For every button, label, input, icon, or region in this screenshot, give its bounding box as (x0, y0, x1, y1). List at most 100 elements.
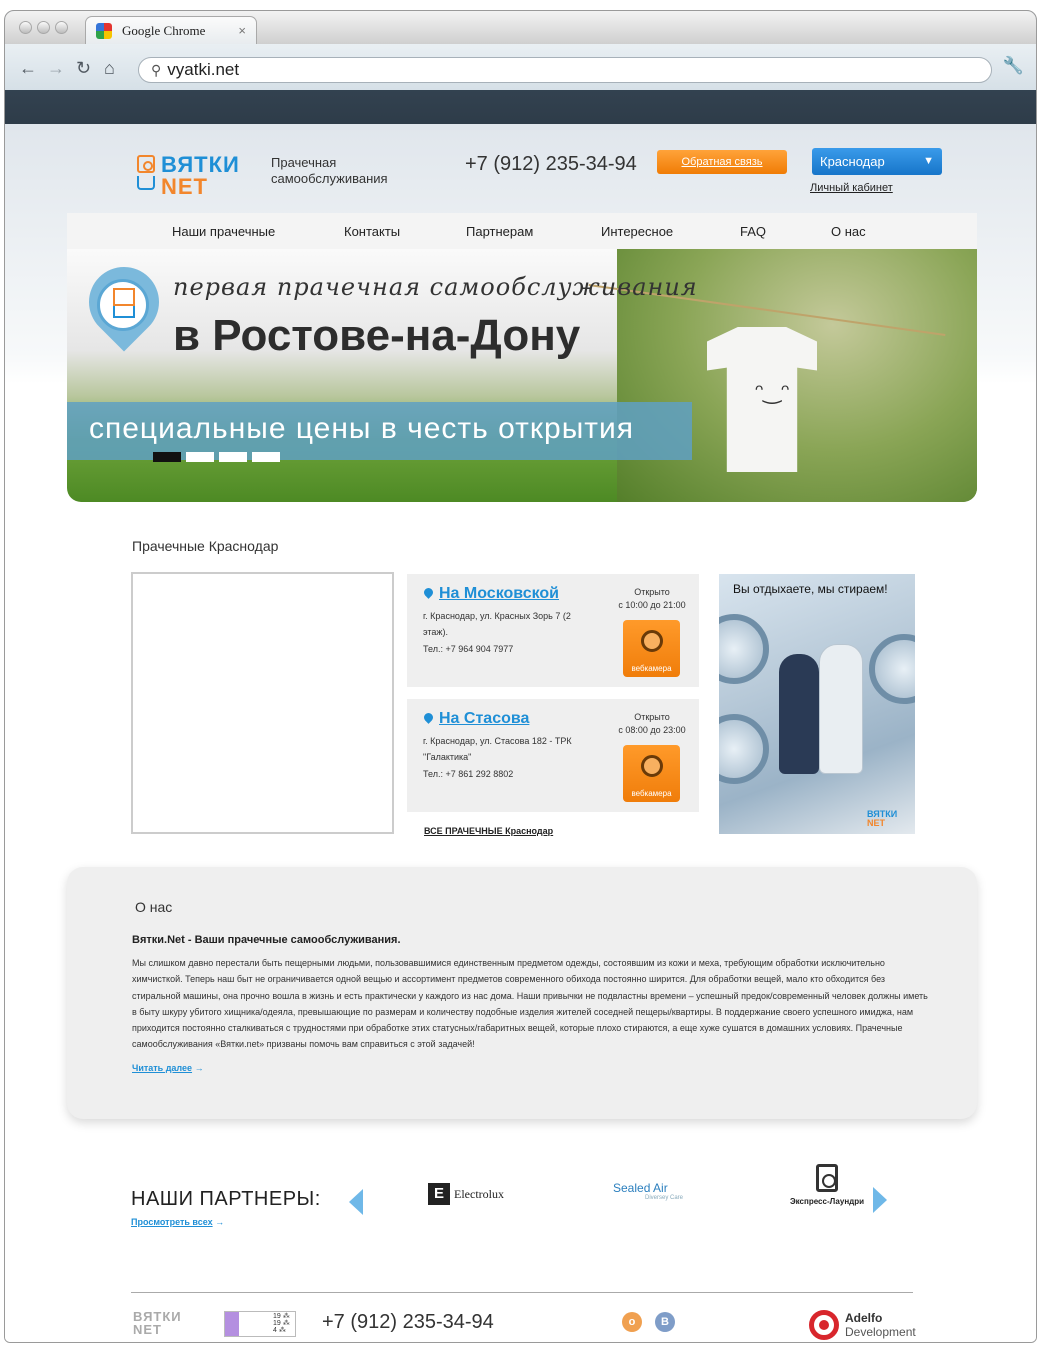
open-label: Открыто (634, 712, 670, 722)
browser-tab[interactable]: Google Chrome × (85, 16, 257, 44)
washer-illustration (719, 614, 769, 684)
visitor-counter[interactable]: 19 ⁂ 19 ⁂ 4 ⁂ (224, 1311, 296, 1337)
basket-logo-icon (137, 176, 155, 190)
menu-item-contacts[interactable]: Контакты (344, 224, 400, 239)
chevron-down-icon: ▼ (923, 155, 934, 167)
callback-button[interactable]: Обратная связь (657, 150, 787, 174)
washing-machine-icon (816, 1164, 838, 1192)
footer-logo[interactable]: ВЯТКИ NET (133, 1310, 182, 1336)
title-bar: Google Chrome × (5, 11, 1036, 44)
laundry-phone: Тел.: +7 861 292 8802 (423, 769, 514, 779)
slider-dot-3[interactable] (219, 452, 247, 462)
washer-logo-icon (137, 155, 155, 173)
about-section: О нас Вятки.Net - Ваши прачечные самообс… (67, 867, 977, 1119)
banner-subtitle: первая прачечная самообслуживания (173, 273, 698, 301)
site-logo[interactable]: ВЯТКИ NET (137, 152, 247, 199)
adelfo-logo-icon (809, 1310, 839, 1340)
close-window-button[interactable] (19, 21, 32, 34)
header-phone: +7 (912) 235-34-94 (465, 153, 637, 175)
logo-text-bottom: NET (161, 174, 208, 199)
home-icon[interactable]: ⌂ (104, 58, 115, 79)
tab-close-icon[interactable]: × (238, 23, 246, 38)
hours-text: с 10:00 до 21:00 (618, 600, 686, 610)
back-arrow-icon[interactable]: ← (19, 58, 37, 79)
laundry-hours: Открыто с 08:00 до 23:00 (611, 711, 693, 737)
laundry-address: г. Краснодар, ул. Красных Зорь 7 (2 этаж… (423, 611, 571, 637)
developer-line2: Development (845, 1325, 916, 1339)
slider-dot-2[interactable] (186, 452, 214, 462)
slider-dot-1[interactable] (153, 452, 181, 462)
menu-item-laundries[interactable]: Наши прачечные (172, 224, 275, 239)
arrow-right-icon: → (215, 1217, 225, 1227)
laundry-phone: Тел.: +7 964 904 7977 (423, 644, 514, 654)
footer-phone: +7 (912) 235-34-94 (322, 1311, 494, 1333)
menu-item-interesting[interactable]: Интересное (601, 224, 673, 239)
open-label: Открыто (634, 587, 670, 597)
address-bar[interactable]: ⚲ vyatki.net (138, 57, 992, 83)
site-tagline: Прачечная самообслуживания (271, 155, 388, 186)
personal-cabinet-link[interactable]: Личный кабинет (810, 182, 893, 194)
hero-banner[interactable]: ᵔ‿ᵔ первая прачечная самообслуживания в … (67, 249, 977, 502)
carousel-next-arrow-icon[interactable] (873, 1187, 887, 1213)
all-laundries-link[interactable]: ВСЕ ПРАЧЕЧНЫЕ Краснодар (424, 826, 553, 836)
menu-item-about[interactable]: О нас (831, 224, 866, 239)
menu-item-faq[interactable]: FAQ (740, 224, 766, 239)
developer-credit[interactable]: Adelfo Development (809, 1310, 916, 1340)
laundry-card: На Московской г. Краснодар, ул. Красных … (407, 574, 699, 687)
view-all-label: Просмотреть всех (131, 1217, 213, 1227)
partner-electrolux[interactable]: E Electrolux (428, 1183, 504, 1205)
tab-title: Google Chrome (122, 22, 206, 38)
city-select[interactable]: Краснодар ▼ (812, 148, 942, 175)
map-pin-icon (422, 711, 435, 724)
url-text[interactable]: vyatki.net (167, 60, 239, 80)
about-title: О нас (135, 899, 173, 915)
about-subtitle: Вятки.Net - Ваши прачечные самообслужива… (132, 934, 401, 946)
vkontakte-icon[interactable]: В (655, 1312, 675, 1332)
banner-offer-text: специальные цены в честь открытия (89, 412, 635, 445)
footer-divider (131, 1292, 913, 1293)
electrolux-logo-icon: E (428, 1183, 450, 1205)
partner-name: Экспресс-Лаундри (789, 1197, 865, 1206)
read-more-link[interactable]: Читать далее → (132, 1063, 204, 1073)
webcam-button[interactable]: вебкамера (623, 620, 680, 677)
main-menu: Наши прачечные Контакты Партнерам Интере… (67, 213, 977, 249)
odnoklassniki-icon[interactable]: о (622, 1312, 642, 1332)
laundry-name-link[interactable]: На Стасова (439, 710, 529, 728)
forward-arrow-icon[interactable]: → (47, 58, 65, 79)
hours-text: с 08:00 до 23:00 (618, 725, 686, 735)
promo-caption: Вы отдыхаете, мы стираем! (733, 582, 888, 596)
browser-chrome: Google Chrome × ← → ↻ ⌂ ⚲ vyatki.net 🔧 (5, 11, 1036, 124)
smiley-face: ᵔ‿ᵔ (755, 379, 790, 404)
menu-item-partners[interactable]: Партнерам (466, 224, 533, 239)
promo-image[interactable]: Вы отдыхаете, мы стираем! ВЯТКИ NET (719, 574, 915, 834)
partner-sealed-air-sub: Diversey Care (645, 1195, 684, 1201)
about-text: Мы слишком давно перестали быть пещерным… (132, 958, 928, 1050)
carousel-prev-arrow-icon[interactable] (349, 1189, 363, 1215)
view-all-partners-link[interactable]: Просмотреть всех → (131, 1217, 224, 1227)
webcam-icon (641, 755, 663, 777)
read-more-label: Читать далее (132, 1063, 193, 1073)
partner-express-laundry[interactable]: Экспресс-Лаундри (786, 1164, 868, 1206)
developer-name: Adelfo Development (845, 1311, 916, 1339)
minimize-window-button[interactable] (37, 21, 50, 34)
laundry-hours: Открыто с 10:00 до 21:00 (611, 586, 693, 612)
partners-title: НАШИ ПАРТНЕРЫ: (131, 1188, 321, 1210)
browser-window: Google Chrome × ← → ↻ ⌂ ⚲ vyatki.net 🔧 В… (4, 10, 1037, 1343)
promo-logo-bottom: NET (867, 818, 885, 828)
wrench-icon[interactable]: 🔧 (1003, 56, 1024, 76)
laundries-section-title: Прачечные Краснодар (132, 538, 279, 554)
search-icon: ⚲ (151, 61, 162, 78)
partner-sealed-air[interactable]: Sealed Air (613, 1181, 668, 1195)
partner-name: Electrolux (454, 1186, 504, 1201)
reload-icon[interactable]: ↻ (76, 58, 91, 79)
maximize-window-button[interactable] (55, 21, 68, 34)
webcam-button[interactable]: вебкамера (623, 745, 680, 802)
slider-dot-4[interactable] (252, 452, 280, 462)
laundry-name-link[interactable]: На Московской (439, 585, 559, 603)
toolbar: ← → ↻ ⌂ ⚲ vyatki.net 🔧 (5, 44, 1036, 90)
banner-title: в Ростове-на-Дону (173, 311, 581, 360)
person-illustration (779, 654, 819, 774)
webcam-label: вебкамера (631, 789, 672, 798)
slider-dots (153, 452, 280, 462)
laundries-map[interactable] (131, 572, 394, 834)
